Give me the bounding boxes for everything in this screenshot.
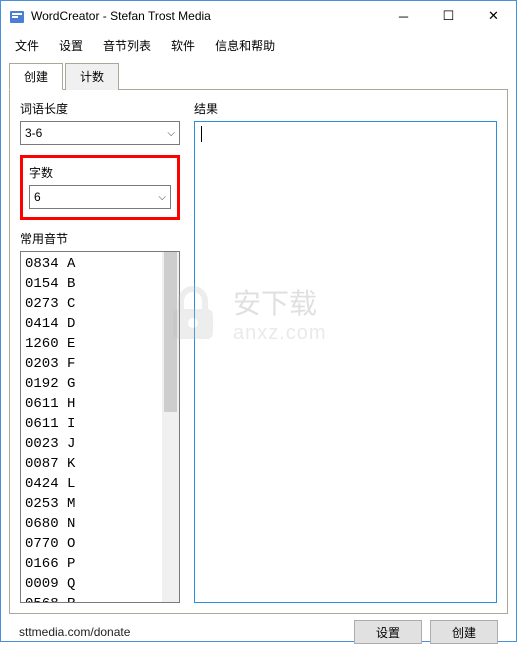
app-icon [9, 8, 25, 24]
minimize-button[interactable]: ─ [381, 2, 426, 30]
list-item[interactable]: 0023 J [25, 434, 175, 454]
result-label: 结果 [194, 100, 497, 117]
list-item[interactable]: 0192 G [25, 374, 175, 394]
list-item[interactable]: 1260 E [25, 334, 175, 354]
highlighted-section: 字数 6 ⌵ [20, 155, 180, 220]
word-length-select[interactable]: 3-6 ⌵ [20, 121, 180, 145]
tab-create[interactable]: 创建 [9, 63, 63, 90]
list-item[interactable]: 0568 R [25, 594, 175, 603]
menu-software[interactable]: 软件 [161, 33, 205, 58]
list-item[interactable]: 0611 H [25, 394, 175, 414]
syllables-label: 常用音节 [20, 230, 180, 247]
list-item[interactable]: 0611 I [25, 414, 175, 434]
list-item[interactable]: 0834 A [25, 254, 175, 274]
close-button[interactable]: ✕ [471, 2, 516, 30]
create-button[interactable]: 创建 [430, 620, 498, 644]
list-item[interactable]: 0009 Q [25, 574, 175, 594]
word-count-select[interactable]: 6 ⌵ [29, 185, 171, 209]
list-item[interactable]: 0414 D [25, 314, 175, 334]
list-item[interactable]: 0273 C [25, 294, 175, 314]
maximize-button[interactable]: ☐ [426, 2, 471, 30]
chevron-down-icon: ⌵ [167, 128, 175, 139]
tab-count[interactable]: 计数 [65, 63, 119, 90]
list-item[interactable]: 0424 L [25, 474, 175, 494]
scrollbar[interactable] [162, 252, 179, 602]
menu-syllable-list[interactable]: 音节列表 [93, 33, 161, 58]
word-length-label: 词语长度 [20, 100, 180, 117]
list-item[interactable]: 0680 N [25, 514, 175, 534]
menu-settings[interactable]: 设置 [49, 33, 93, 58]
syllables-listbox[interactable]: 0834 A0154 B0273 C0414 D1260 E0203 F0192… [20, 251, 180, 603]
list-item[interactable]: 0154 B [25, 274, 175, 294]
word-count-value: 6 [34, 190, 41, 204]
list-item[interactable]: 0253 M [25, 494, 175, 514]
list-item[interactable]: 0166 P [25, 554, 175, 574]
text-cursor [201, 126, 202, 142]
list-item[interactable]: 0087 K [25, 454, 175, 474]
list-item[interactable]: 0770 O [25, 534, 175, 554]
scrollbar-thumb[interactable] [164, 252, 177, 412]
list-item[interactable]: 0203 F [25, 354, 175, 374]
menu-file[interactable]: 文件 [5, 33, 49, 58]
window-title: WordCreator - Stefan Trost Media [31, 9, 381, 23]
word-length-value: 3-6 [25, 126, 42, 140]
result-textarea[interactable] [194, 121, 497, 603]
chevron-down-icon: ⌵ [158, 192, 166, 203]
word-count-label: 字数 [29, 164, 171, 181]
donate-link[interactable]: sttmedia.com/donate [19, 625, 346, 639]
settings-button[interactable]: 设置 [354, 620, 422, 644]
menu-help[interactable]: 信息和帮助 [205, 33, 285, 58]
